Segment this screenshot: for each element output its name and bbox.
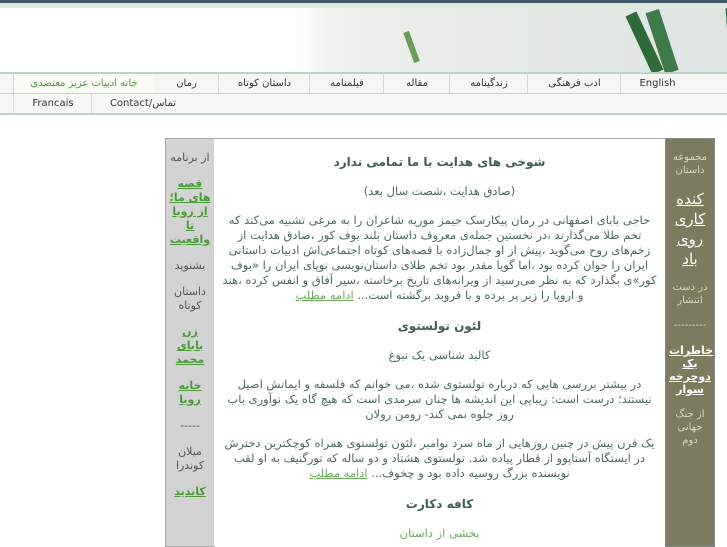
link-our-stories[interactable]: قصه های ما؛ از رویا تا واقعیت (169, 177, 211, 247)
article-excerpt: حاجی بابای اصفهانی در رمان پیکارسک جیمز … (222, 213, 657, 302)
main-content: شوخی های هدایت با ما تمامی ندارد (صادق ه… (214, 138, 665, 546)
article-quote: در بیشتر بررسی هایی که درباره تولستوی شد… (227, 377, 652, 421)
nav-home[interactable]: خانه ادبیات عزیز معتضدی (13, 74, 154, 93)
listen-label: بشنوید (174, 259, 206, 272)
link-zan-babaye-mohammad[interactable]: زن بابای محمد (169, 325, 211, 367)
nav-article[interactable]: مقاله (383, 74, 450, 93)
nav-culture[interactable]: ادب فرهنگی (527, 74, 621, 93)
article-title: شوخی های هدایت با ما تمامی ندارد (333, 155, 546, 169)
link-candide[interactable]: کاندید (169, 485, 211, 499)
divider: ----- (180, 419, 200, 432)
link-kande-kari[interactable]: کنده کاری روی باد (669, 189, 711, 269)
article-title: لئون تولستوی (397, 319, 482, 333)
forthcoming-label: در دست انتشار (672, 282, 708, 306)
main-nav: English ادب فرهنگی زندگینامه مقاله فیلمن… (0, 72, 727, 94)
banner-image (290, 8, 727, 72)
nav-francais[interactable]: Francais (13, 94, 92, 113)
nav-short-story[interactable]: داستان کوتاه (218, 74, 310, 93)
left-sidebar: از برنامه قصه های ما؛ از رویا تا واقعیت … (165, 138, 215, 547)
read-more-link[interactable]: ادامه مطلب (309, 466, 367, 480)
ww2-label: از جنگ جهانی دوم (675, 409, 705, 446)
read-more-link[interactable]: ادامه مطلب (296, 288, 354, 302)
divider: --------- (673, 320, 707, 331)
article-subtitle: (صادق هدایت ،شصت سال بعد) (363, 184, 516, 198)
nav-novel[interactable]: رمان (153, 74, 219, 93)
short-story-label: داستان کوتاه (174, 285, 206, 312)
collection-label: مجموعه داستان (672, 152, 708, 176)
header-banner (0, 8, 727, 72)
article-subtitle: کالبد شناسی یک نبوغ (388, 348, 491, 362)
nav-screenplay[interactable]: فیلمنامه (309, 74, 384, 93)
article-title: کافه دکارت (405, 497, 474, 511)
kundera-label: میلان کوندرا (175, 445, 205, 472)
secondary-nav: Francais Contact/تماس (0, 93, 727, 115)
nav-contact[interactable]: Contact/تماس (91, 94, 194, 113)
article-excerpt: یک قرن پیش در چنین روزهایی از ماه سرد نو… (224, 436, 655, 480)
nav-english[interactable]: English (620, 74, 694, 93)
right-sidebar: مجموعه داستان کنده کاری روی باد در دست ا… (665, 138, 715, 547)
nav-biography[interactable]: زندگینامه (449, 74, 528, 93)
link-cyclist-memoirs[interactable]: خاطرات یک دوچرخه سوار (669, 344, 713, 396)
program-label: از برنامه (170, 151, 210, 164)
link-khane-roya[interactable]: خانه رویا (169, 379, 211, 407)
article-link[interactable]: بخشی از داستان (400, 526, 480, 540)
